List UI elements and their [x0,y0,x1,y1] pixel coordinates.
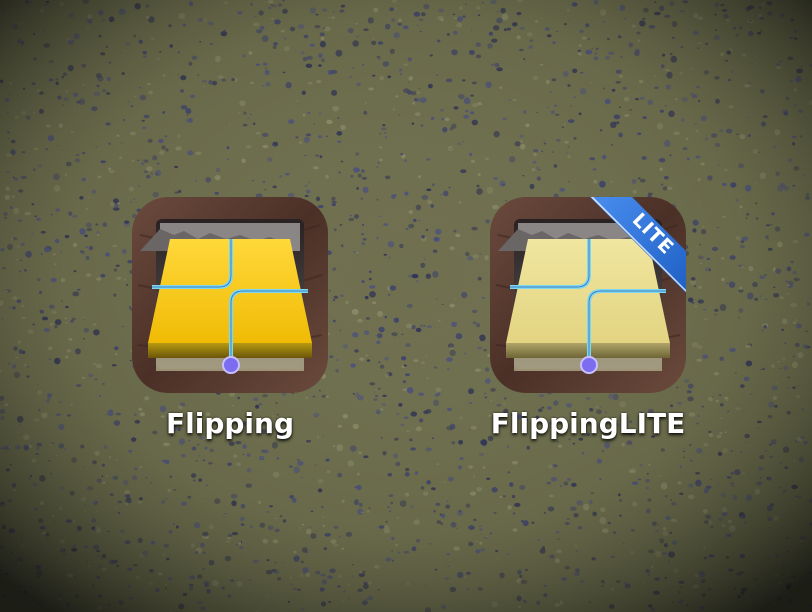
app-label: Flipping [166,407,294,440]
app-icon[interactable] [488,195,688,395]
speckled-background [0,0,812,612]
app-icon[interactable] [130,195,330,395]
app-flipping-lite[interactable]: LITE FlippingLITE [488,195,688,455]
app-label: FlippingLITE [490,407,686,440]
app-flipping[interactable]: Flipping [130,195,330,455]
